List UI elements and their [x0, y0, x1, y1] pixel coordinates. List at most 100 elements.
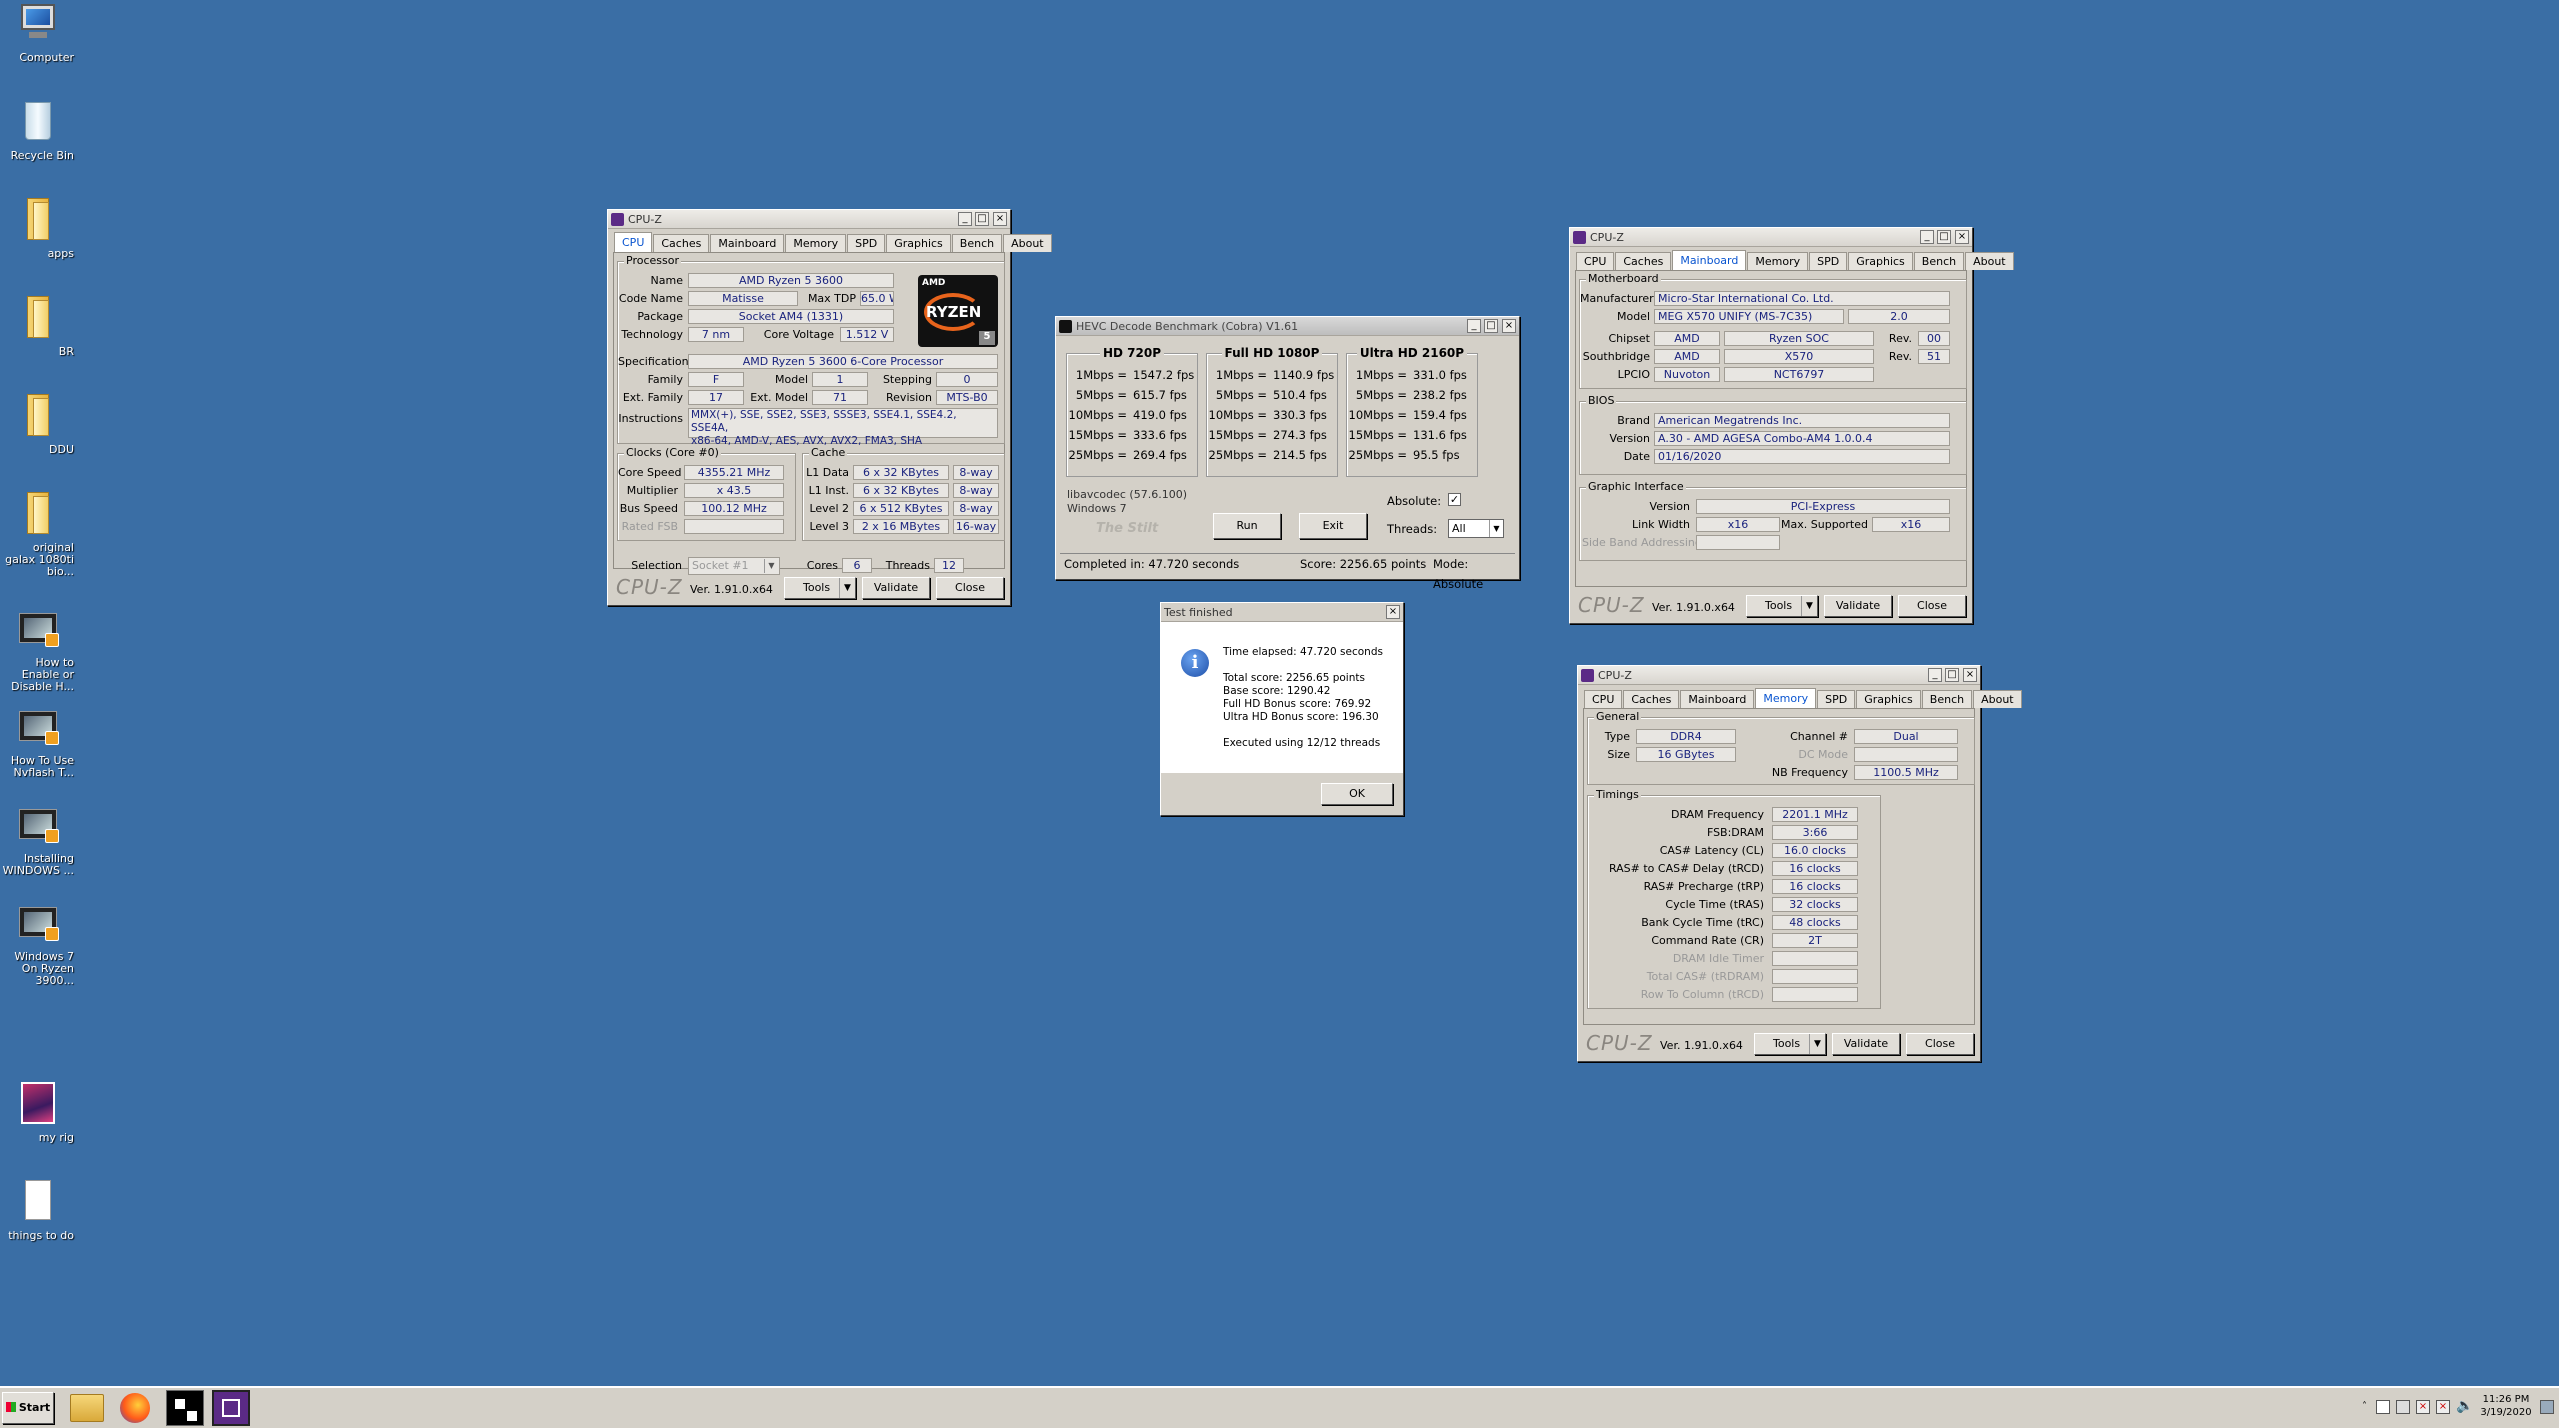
desktop-icon-recycle-bin[interactable]: Recycle Bin: [0, 98, 74, 162]
tab-cpu[interactable]: CPU: [614, 232, 653, 252]
tab-memory[interactable]: Memory: [1747, 252, 1809, 270]
tab-mainboard[interactable]: Mainboard: [1672, 250, 1747, 270]
tab-graphics[interactable]: Graphics: [1856, 690, 1921, 708]
timing-value: 48 clocks: [1772, 915, 1858, 930]
tab-about[interactable]: About: [1965, 252, 2014, 270]
tab-graphics[interactable]: Graphics: [886, 234, 951, 252]
display-icon[interactable]: [2396, 1400, 2410, 1414]
start-button[interactable]: Start: [2, 1392, 54, 1424]
title-bar[interactable]: Test finished ×: [1161, 603, 1403, 622]
multiplier-label: Multiplier: [626, 484, 678, 497]
show-hidden-icons[interactable]: ˄: [2362, 1401, 2367, 1412]
tab-about[interactable]: About: [1973, 690, 2022, 708]
tab-spd[interactable]: SPD: [1817, 690, 1856, 708]
ok-button[interactable]: OK: [1321, 783, 1393, 805]
tools-button[interactable]: Tools ▼: [1746, 595, 1818, 617]
l1i-way: 8-way: [953, 483, 999, 498]
fps-value: 274.3 fps: [1273, 428, 1327, 442]
title-bar[interactable]: HEVC Decode Benchmark (Cobra) V1.61 _ □ ×: [1056, 317, 1519, 336]
desktop-icon-br[interactable]: BR: [0, 294, 74, 358]
close-x-button[interactable]: ×: [1963, 668, 1977, 682]
minimize-button[interactable]: _: [1920, 230, 1934, 244]
cpuz-logo: CPU-Z: [1578, 593, 1645, 617]
desktop-icon-installing-windows[interactable]: Installing WINDOWS ...: [0, 801, 74, 877]
close-x-button[interactable]: ×: [993, 212, 1007, 226]
minimize-button[interactable]: _: [958, 212, 972, 226]
tab-mainboard[interactable]: Mainboard: [710, 234, 785, 252]
power-icon[interactable]: ×: [2436, 1400, 2450, 1414]
firefox-taskbar-icon[interactable]: [120, 1393, 150, 1423]
exit-button[interactable]: Exit: [1299, 513, 1367, 539]
tab-spd[interactable]: SPD: [1809, 252, 1848, 270]
maximize-button[interactable]: □: [975, 212, 989, 226]
volume-icon[interactable]: 🔈: [2456, 1398, 2473, 1414]
desktop-icon-my-rig[interactable]: my rig: [0, 1080, 74, 1144]
tab-mainboard[interactable]: Mainboard: [1680, 690, 1755, 708]
version-text: Ver. 1.91.0.x64: [690, 583, 773, 596]
tools-button[interactable]: Tools ▼: [784, 577, 856, 599]
clock[interactable]: 11:26 PM 3/19/2020: [2478, 1393, 2534, 1419]
video-icon: [15, 703, 59, 749]
desktop-icon-windows-7-on-ryzen-3900[interactable]: Windows 7 On Ryzen 3900...: [0, 899, 74, 987]
close-x-button[interactable]: ×: [1502, 319, 1516, 333]
tools-button[interactable]: Tools ▼: [1754, 1033, 1826, 1055]
desktop-icon-label: original galax 1080ti bio...: [5, 541, 74, 578]
maximize-button[interactable]: □: [1484, 319, 1498, 333]
cpuz-taskbar-icon[interactable]: [212, 1390, 250, 1426]
tab-bench[interactable]: Bench: [1913, 252, 1965, 270]
validate-button[interactable]: Validate: [862, 577, 930, 599]
desktop-icon-computer[interactable]: Computer: [0, 0, 74, 64]
close-button[interactable]: Close: [1898, 595, 1966, 617]
tab-caches[interactable]: Caches: [1623, 690, 1680, 708]
threads-value: All: [1452, 522, 1466, 535]
close-x-button[interactable]: ×: [1955, 230, 1969, 244]
title-bar[interactable]: CPU-Z _ □ ×: [608, 210, 1010, 229]
close-button[interactable]: Close: [1906, 1033, 1974, 1055]
bios-group: BIOS Brand American Megatrends Inc. Vers…: [1579, 394, 1967, 475]
desktop-icon-how-to-use-nvflash-t[interactable]: How To Use Nvflash T...: [0, 703, 74, 779]
maximize-button[interactable]: □: [1945, 668, 1959, 682]
validate-button[interactable]: Validate: [1824, 595, 1892, 617]
absolute-checkbox[interactable]: ✓: [1448, 493, 1461, 506]
tab-cpu[interactable]: CPU: [1584, 690, 1623, 708]
tab-graphics[interactable]: Graphics: [1848, 252, 1913, 270]
tab-spd[interactable]: SPD: [847, 234, 886, 252]
validate-button[interactable]: Validate: [1832, 1033, 1900, 1055]
minimize-button[interactable]: _: [1467, 319, 1481, 333]
dialog-message: Time elapsed: 47.720 seconds Total score…: [1223, 646, 1383, 750]
maximize-button[interactable]: □: [1937, 230, 1951, 244]
type-label: Type: [1604, 730, 1630, 743]
tab-bench[interactable]: Bench: [1921, 690, 1973, 708]
model-label: Model: [1616, 310, 1650, 323]
close-x-button[interactable]: ×: [1386, 605, 1400, 619]
tab-about[interactable]: About: [1003, 234, 1052, 252]
tech-label: Technology: [621, 328, 683, 341]
date-label: Date: [1623, 450, 1650, 463]
title-bar[interactable]: CPU-Z _ □ ×: [1578, 666, 1980, 685]
close-button[interactable]: Close: [936, 577, 1004, 599]
ratedfsb-label: Rated FSB: [621, 520, 678, 533]
tab-caches[interactable]: Caches: [1615, 252, 1672, 270]
desktop-icon-things-to-do[interactable]: things to do: [0, 1178, 74, 1242]
desktop-icon-apps[interactable]: apps: [0, 196, 74, 260]
tab-cpu[interactable]: CPU: [1576, 252, 1615, 270]
desktop-icon-ddu[interactable]: DDU: [0, 392, 74, 456]
explorer-taskbar-icon[interactable]: [70, 1394, 104, 1422]
show-desktop-button[interactable]: [2540, 1400, 2554, 1414]
tab-memory[interactable]: Memory: [785, 234, 847, 252]
ratedfsb-value: [684, 519, 784, 534]
title-bar[interactable]: CPU-Z _ □ ×: [1570, 228, 1972, 247]
network-icon[interactable]: ×: [2416, 1400, 2430, 1414]
southbridge-value: X570: [1724, 349, 1874, 364]
tab-bench[interactable]: Bench: [951, 234, 1003, 252]
desktop-icon-original-galax-1080ti-bio[interactable]: original galax 1080ti bio...: [0, 490, 74, 578]
minimize-button[interactable]: _: [1928, 668, 1942, 682]
run-button[interactable]: Run: [1213, 513, 1281, 539]
folder-icon: [15, 392, 59, 438]
desktop-icon-how-to-enable-or-disable-h[interactable]: How to Enable or Disable H...: [0, 605, 74, 693]
action-center-icon[interactable]: [2376, 1400, 2390, 1414]
tab-memory[interactable]: Memory: [1755, 688, 1817, 708]
hevc-taskbar-icon[interactable]: [166, 1390, 204, 1426]
tab-caches[interactable]: Caches: [653, 234, 710, 252]
threads-dropdown[interactable]: All ▼: [1448, 519, 1504, 538]
